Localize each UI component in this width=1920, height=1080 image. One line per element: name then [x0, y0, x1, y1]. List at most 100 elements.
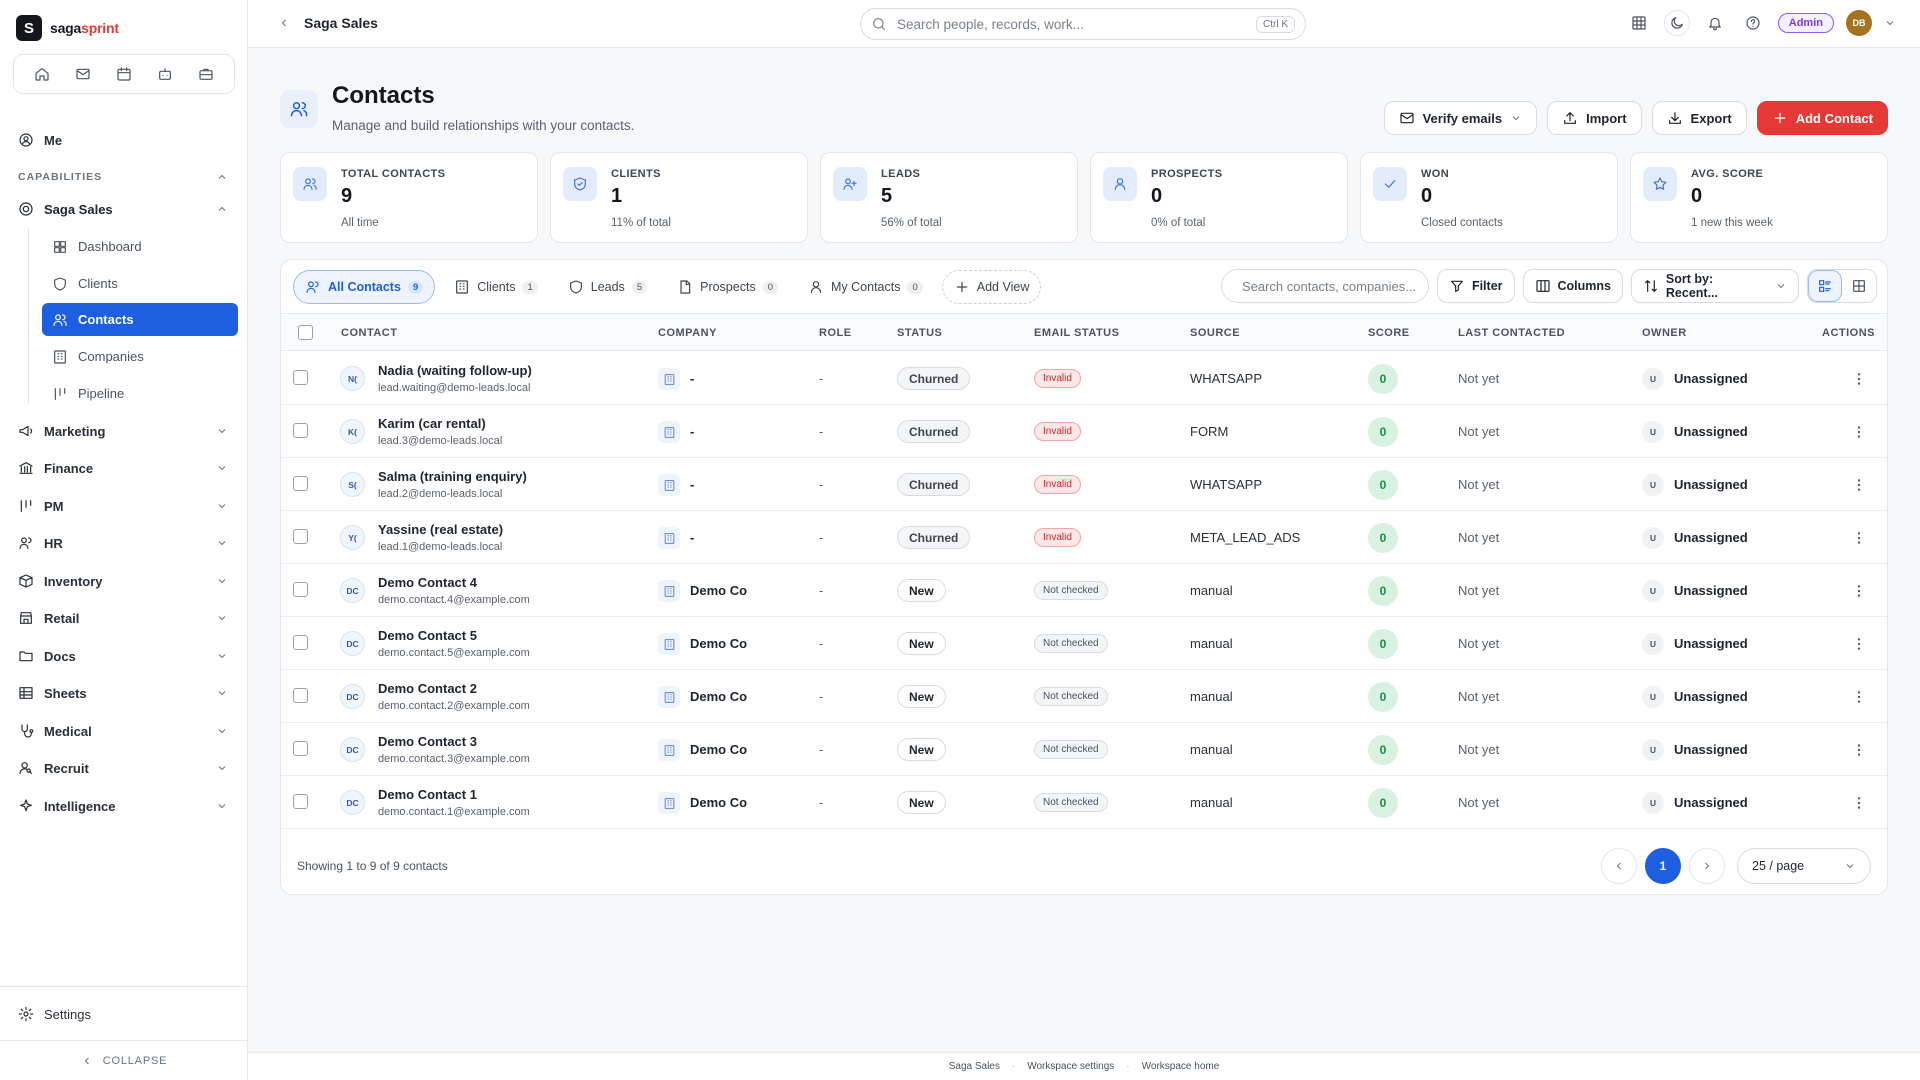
sidebar-item-pipeline[interactable]: Pipeline	[42, 377, 238, 410]
sidebar-item-dashboard[interactable]: Dashboard	[42, 230, 238, 263]
table-row[interactable]: Y(Yassine (real estate) lead.1@demo-leads…	[281, 511, 1887, 564]
col-role[interactable]: ROLE	[819, 327, 852, 339]
briefcase-icon[interactable]	[192, 60, 220, 88]
add-contact-button[interactable]: Add Contact	[1756, 101, 1888, 135]
row-checkbox[interactable]	[293, 794, 308, 809]
more-vertical-icon[interactable]	[1851, 635, 1867, 652]
company-name[interactable]: -	[690, 424, 694, 439]
nav-group-marketing[interactable]: Marketing	[18, 423, 228, 439]
table-row[interactable]: DC Demo Contact 4 demo.contact.4@example.c…	[281, 564, 1887, 617]
nav-group-inventory[interactable]: Inventory	[18, 573, 228, 589]
tab-all-contacts[interactable]: All Contacts 9	[293, 270, 436, 304]
company-name[interactable]: -	[690, 477, 694, 492]
row-checkbox[interactable]	[293, 688, 308, 703]
more-vertical-icon[interactable]	[1851, 423, 1867, 440]
row-checkbox[interactable]	[293, 582, 308, 597]
chevron-down-icon[interactable]	[1884, 17, 1896, 29]
contact-name[interactable]: Karim (car rental)	[378, 416, 486, 431]
global-search-input[interactable]: Search people, records, work... Ctrl K	[860, 8, 1306, 40]
tab-my-contacts[interactable]: My Contacts 0	[797, 270, 934, 304]
contact-name[interactable]: Demo Contact 5	[378, 628, 477, 643]
col-last-contacted[interactable]: LAST CONTACTED	[1458, 327, 1565, 339]
table-row[interactable]: K(Karim (car rental) lead.3@demo-leads.lo…	[281, 405, 1887, 458]
company-name[interactable]: Demo Co	[690, 583, 747, 598]
row-checkbox[interactable]	[293, 635, 308, 650]
capabilities-header[interactable]: CAPABILITIES	[18, 171, 228, 183]
nav-group-sheets[interactable]: Sheets	[18, 685, 228, 701]
collapse-button[interactable]: COLLAPSE	[0, 1040, 248, 1067]
row-checkbox[interactable]	[293, 476, 308, 491]
page-button-current[interactable]: 1	[1645, 848, 1681, 884]
prev-page-button[interactable]	[1601, 848, 1637, 884]
list-view-icon[interactable]	[1808, 270, 1842, 302]
contact-name[interactable]: Demo Contact 2	[378, 681, 477, 696]
footer-link-workspace-settings[interactable]: Workspace settings	[1027, 1061, 1114, 1072]
footer-link-saga-sales[interactable]: Saga Sales	[949, 1061, 1000, 1072]
select-all-checkbox[interactable]	[298, 325, 313, 340]
admin-badge[interactable]: Admin	[1777, 13, 1834, 33]
back-chevron-icon[interactable]	[278, 17, 290, 29]
mail-icon[interactable]	[69, 60, 97, 88]
row-checkbox[interactable]	[293, 741, 308, 756]
sidebar-item-contacts[interactable]: Contacts	[42, 303, 238, 336]
row-checkbox[interactable]	[293, 370, 308, 385]
more-vertical-icon[interactable]	[1851, 370, 1867, 387]
contacts-search-input[interactable]: Search contacts, companies...	[1220, 269, 1429, 303]
contact-name[interactable]: Demo Contact 3	[378, 734, 477, 749]
grid-view-icon[interactable]	[1842, 270, 1876, 302]
footer-link-workspace-home[interactable]: Workspace home	[1142, 1061, 1220, 1072]
tab-clients[interactable]: Clients 1	[443, 270, 549, 304]
nav-group-finance[interactable]: Finance	[18, 460, 228, 476]
nav-group-docs[interactable]: Docs	[18, 648, 228, 664]
nav-group-retail[interactable]: Retail	[18, 610, 228, 626]
company-name[interactable]: -	[690, 371, 694, 386]
more-vertical-icon[interactable]	[1851, 741, 1867, 758]
per-page-select[interactable]: 25 / page	[1737, 848, 1871, 884]
next-page-button[interactable]	[1689, 848, 1725, 884]
bell-icon[interactable]	[1702, 10, 1728, 36]
col-company[interactable]: COMPANY	[658, 327, 717, 339]
col-status[interactable]: STATUS	[897, 327, 942, 339]
company-name[interactable]: -	[690, 530, 694, 545]
contact-name[interactable]: Salma (training enquiry)	[378, 469, 527, 484]
calendar-icon[interactable]	[110, 60, 138, 88]
user-avatar[interactable]: DB	[1846, 10, 1872, 36]
sidebar-settings[interactable]: Settings	[18, 1006, 91, 1022]
nav-group-medical[interactable]: Medical	[18, 723, 228, 739]
table-row[interactable]: N(Nadia (waiting follow-up) lead.waiting@…	[281, 352, 1887, 405]
nav-me[interactable]: Me	[18, 132, 62, 148]
more-vertical-icon[interactable]	[1851, 794, 1867, 811]
nav-group-intelligence[interactable]: Intelligence	[18, 798, 228, 814]
contact-name[interactable]: Demo Contact 1	[378, 787, 477, 802]
row-checkbox[interactable]	[293, 529, 308, 544]
brand[interactable]: S sagasprint	[16, 15, 119, 41]
help-icon[interactable]	[1740, 10, 1766, 36]
col-source[interactable]: SOURCE	[1190, 327, 1240, 339]
table-row[interactable]: DC Demo Contact 5 demo.contact.5@example.c…	[281, 617, 1887, 670]
company-name[interactable]: Demo Co	[690, 636, 747, 651]
contact-name[interactable]: Yassine (real estate)	[378, 522, 503, 537]
table-row[interactable]: DC Demo Contact 1 demo.contact.1@example.c…	[281, 776, 1887, 829]
moon-icon[interactable]	[1663, 10, 1690, 36]
export-button[interactable]: Export	[1651, 101, 1747, 135]
row-checkbox[interactable]	[293, 423, 308, 438]
more-vertical-icon[interactable]	[1851, 688, 1867, 705]
sidebar-item-clients[interactable]: Clients	[42, 267, 238, 300]
table-row[interactable]: DC Demo Contact 2 demo.contact.2@example.c…	[281, 670, 1887, 723]
table-row[interactable]: S(Salma (training enquiry) lead.2@demo-le…	[281, 458, 1887, 511]
add-view-button[interactable]: Add View	[941, 270, 1042, 304]
nav-group-hr[interactable]: HR	[18, 535, 228, 551]
columns-button[interactable]: Columns	[1522, 269, 1623, 303]
breadcrumb[interactable]: Saga Sales	[278, 15, 378, 31]
nav-group-saga-sales[interactable]: Saga Sales	[18, 201, 228, 217]
company-name[interactable]: Demo Co	[690, 795, 747, 810]
col-contact[interactable]: CONTACT	[341, 327, 397, 339]
col-owner[interactable]: OWNER	[1642, 327, 1687, 339]
col-score[interactable]: SCORE	[1368, 327, 1410, 339]
import-button[interactable]: Import	[1547, 101, 1642, 135]
verify-emails-button[interactable]: Verify emails	[1383, 101, 1538, 135]
company-name[interactable]: Demo Co	[690, 742, 747, 757]
more-vertical-icon[interactable]	[1851, 529, 1867, 546]
nav-group-pm[interactable]: PM	[18, 498, 228, 514]
col-email-status[interactable]: EMAIL STATUS	[1034, 327, 1119, 339]
